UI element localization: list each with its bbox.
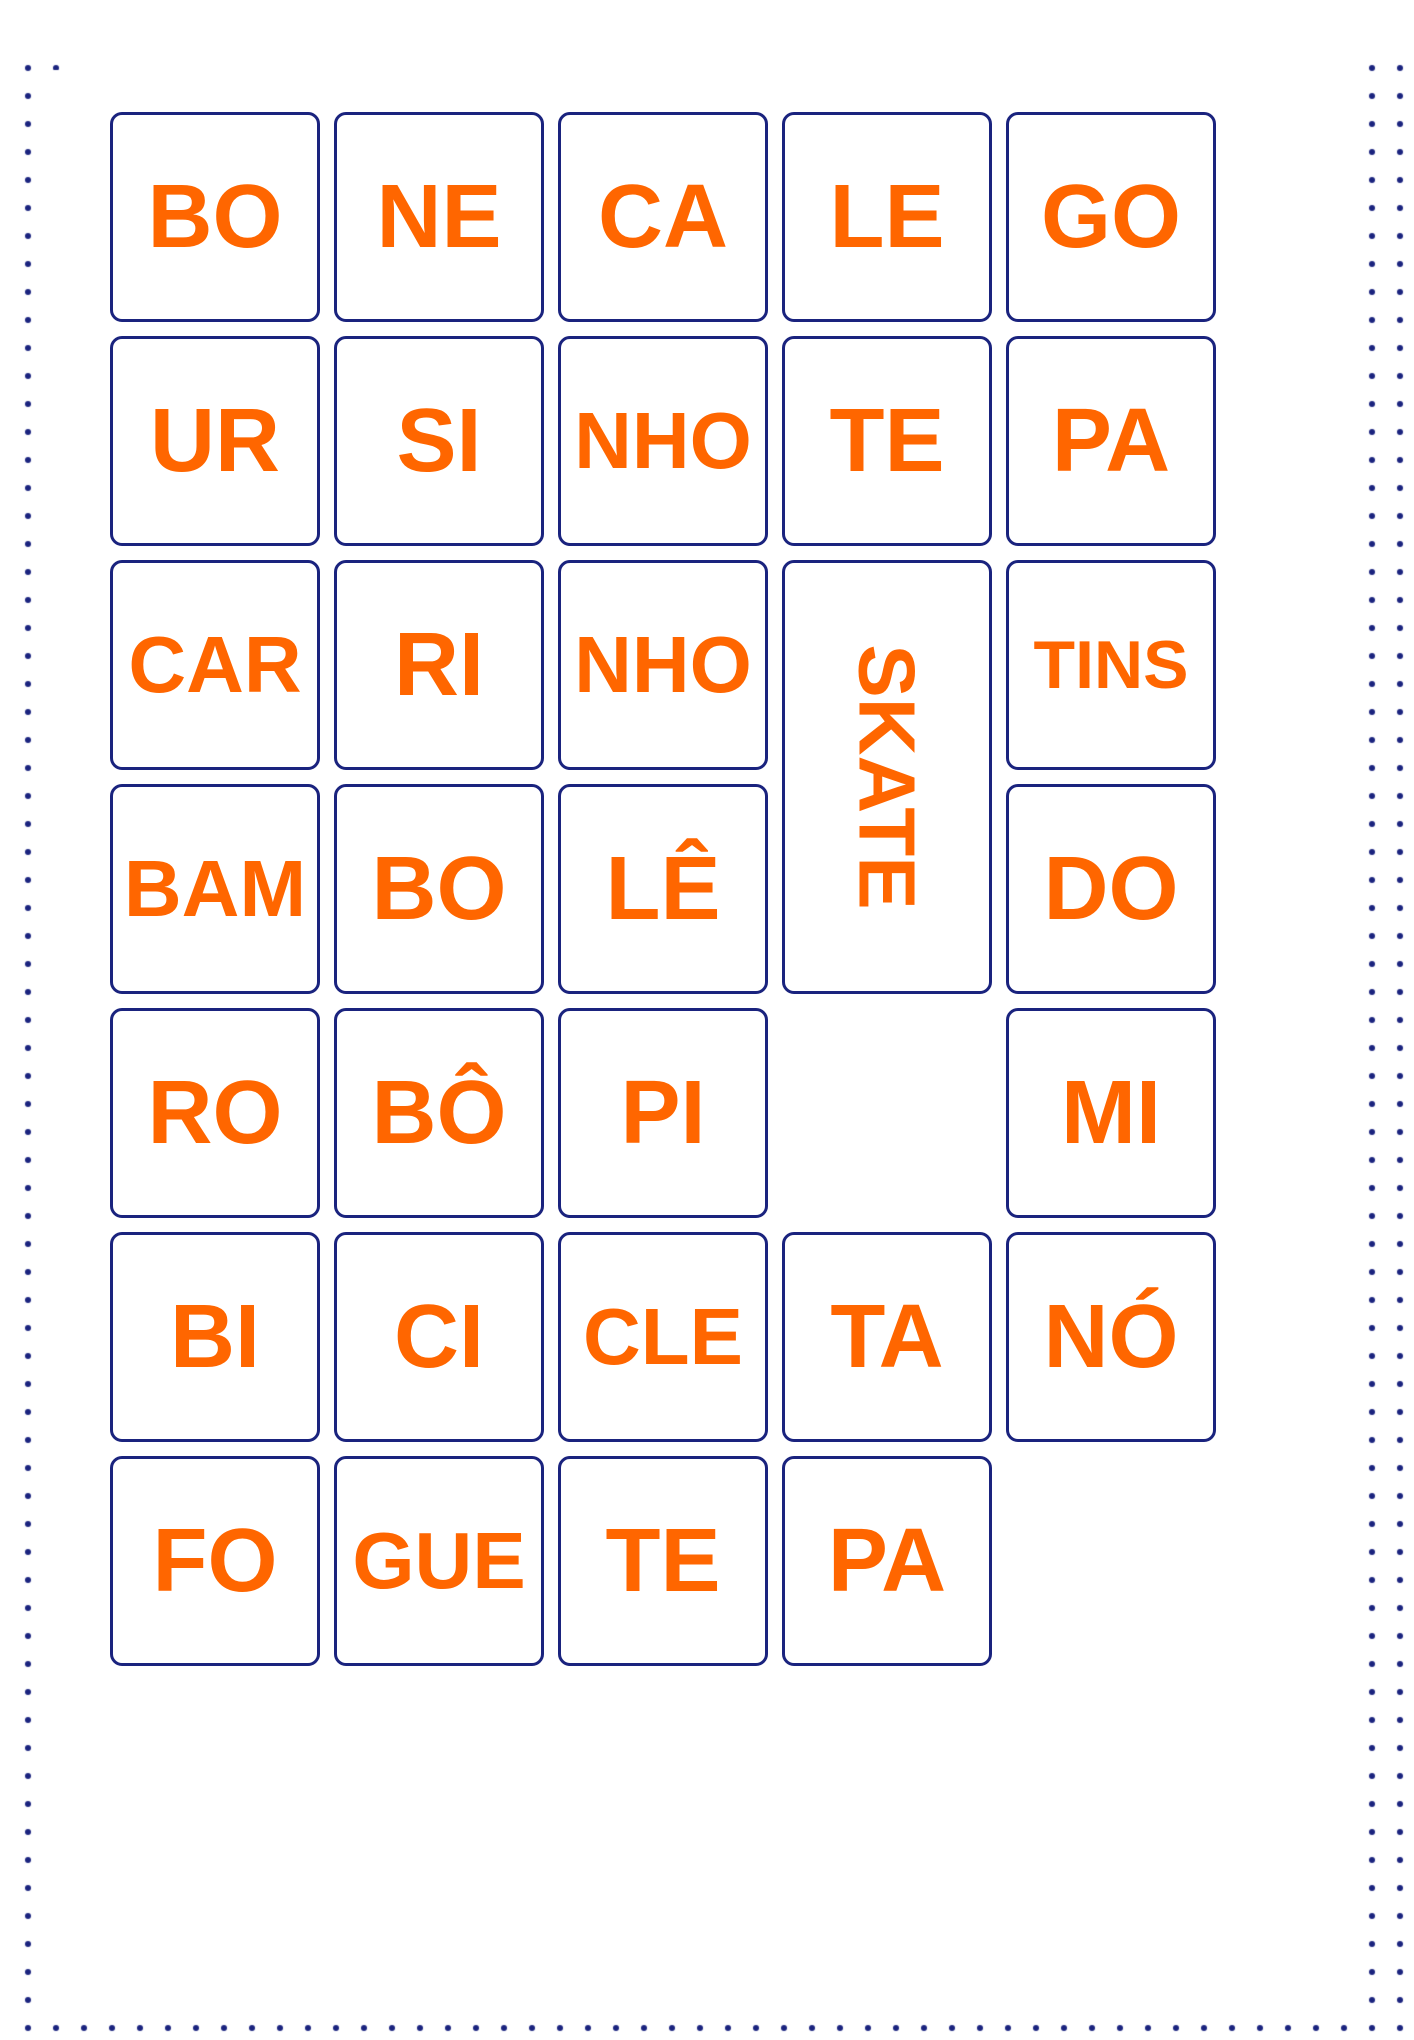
card-pa: PA	[1006, 336, 1216, 546]
card-bo: BO	[334, 784, 544, 994]
text-ur: UR	[150, 396, 280, 486]
card-bi: BI	[110, 1232, 320, 1442]
card-n: NÓ	[1006, 1232, 1216, 1442]
text-ca: CA	[598, 172, 728, 262]
card-ci: CI	[334, 1232, 544, 1442]
text-cle: CLE	[583, 1297, 743, 1377]
text-ri: RI	[394, 620, 484, 710]
text-fo: FO	[153, 1516, 278, 1606]
card-l: LÊ	[558, 784, 768, 994]
text-car: CAR	[128, 625, 301, 705]
card-le: LE	[782, 112, 992, 322]
text-go: GO	[1041, 172, 1181, 262]
card-ca: CA	[558, 112, 768, 322]
main-container: BO NE CA LE GO UR SI NHO TE PA CAR RI NHO SKATE TINS BA…	[60, 40, 1354, 1706]
card-pi: PI	[558, 1008, 768, 1218]
card-pa: PA	[782, 1456, 992, 1666]
text-mi: MI	[1061, 1068, 1161, 1158]
card-si: SI	[334, 336, 544, 546]
text-b: BÔ	[372, 1068, 507, 1158]
text-tins: TINS	[1034, 631, 1189, 699]
text-l: LÊ	[605, 844, 720, 934]
card-gue: GUE	[334, 1456, 544, 1666]
text-ne: NE	[376, 172, 501, 262]
card-mi: MI	[1006, 1008, 1216, 1218]
text-te: TE	[605, 1516, 720, 1606]
text-si: SI	[396, 396, 481, 486]
card-ne: NE	[334, 112, 544, 322]
card-b: BÔ	[334, 1008, 544, 1218]
text-do: DO	[1044, 844, 1179, 934]
text-bam: BAM	[124, 849, 306, 929]
card-go: GO	[1006, 112, 1216, 322]
text-le: LE	[829, 172, 944, 262]
text-bo: BO	[372, 844, 507, 934]
card-te: TE	[782, 336, 992, 546]
card-bo: BO	[110, 112, 320, 322]
card-fo: FO	[110, 1456, 320, 1666]
card-nho: NHO	[558, 560, 768, 770]
text-bi: BI	[170, 1292, 260, 1382]
card-skate: SKATE	[782, 560, 992, 994]
text-skate: SKATE	[841, 644, 933, 909]
header	[100, 70, 1314, 82]
text-pa: PA	[828, 1516, 946, 1606]
card-tins: TINS	[1006, 560, 1216, 770]
text-pi: PI	[620, 1068, 705, 1158]
text-nho: NHO	[574, 625, 752, 705]
text-bo: BO	[148, 172, 283, 262]
card-car: CAR	[110, 560, 320, 770]
text-nho: NHO	[574, 401, 752, 481]
text-ci: CI	[394, 1292, 484, 1382]
syllab-grid: BO NE CA LE GO UR SI NHO TE PA CAR RI NHO SKATE TINS BA…	[100, 112, 1314, 1666]
card-ro: RO	[110, 1008, 320, 1218]
text-pa: PA	[1052, 396, 1170, 486]
text-ro: RO	[148, 1068, 283, 1158]
card-ri: RI	[334, 560, 544, 770]
card-bam: BAM	[110, 784, 320, 994]
text-ta: TA	[830, 1292, 943, 1382]
card-do: DO	[1006, 784, 1216, 994]
card-ta: TA	[782, 1232, 992, 1442]
text-te: TE	[829, 396, 944, 486]
text-gue: GUE	[352, 1521, 525, 1601]
card-nho: NHO	[558, 336, 768, 546]
card-ur: UR	[110, 336, 320, 546]
text-n: NÓ	[1044, 1292, 1179, 1382]
card-cle: CLE	[558, 1232, 768, 1442]
card-te: TE	[558, 1456, 768, 1666]
